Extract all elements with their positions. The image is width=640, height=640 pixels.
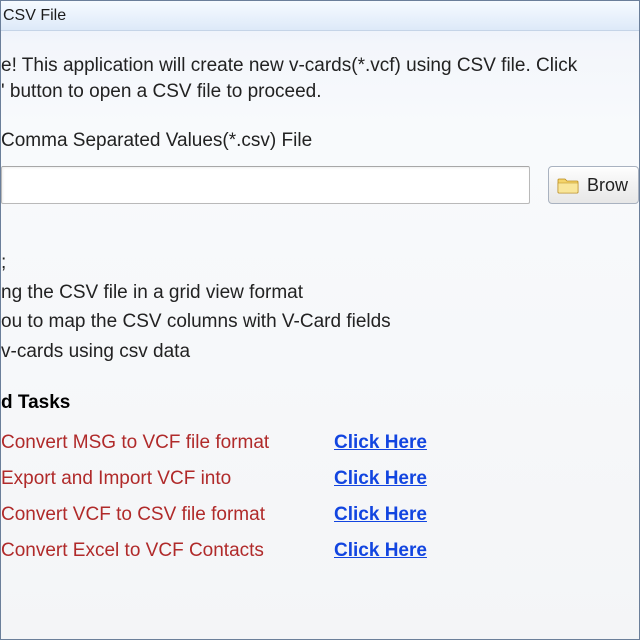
task-link-vcf-to-csv[interactable]: Click Here [334, 504, 427, 526]
browse-button[interactable]: Brow [548, 166, 639, 204]
task-row: Convert Excel to VCF Contacts Click Here [1, 540, 639, 562]
welcome-text: e! This application will create new v-ca… [1, 53, 639, 104]
task-label: Convert MSG to VCF file format [1, 432, 334, 454]
related-tasks-header: d Tasks [1, 392, 639, 414]
folder-icon [557, 176, 579, 194]
task-label: Convert VCF to CSV file format [1, 504, 334, 526]
task-label: Convert Excel to VCF Contacts [1, 540, 334, 562]
steps-line-2: ou to map the CSV columns with V-Card fi… [1, 307, 639, 336]
welcome-line-2: ' button to open a CSV file to proceed. [1, 79, 639, 105]
file-picker-row: Brow [1, 166, 639, 204]
task-label: Export and Import VCF into [1, 468, 334, 490]
task-link-excel-to-vcf[interactable]: Click Here [334, 540, 427, 562]
related-tasks-list: Convert MSG to VCF file format Click Her… [1, 432, 639, 562]
task-link-export-import-vcf[interactable]: Click Here [334, 468, 427, 490]
browse-button-label: Brow [587, 175, 628, 196]
welcome-line-1: e! This application will create new v-ca… [1, 53, 639, 79]
task-link-msg-to-vcf[interactable]: Click Here [334, 432, 427, 454]
steps-text: ; ng the CSV file in a grid view format … [1, 248, 639, 366]
app-window: CSV File e! This application will create… [0, 0, 640, 640]
task-row: Convert MSG to VCF file format Click Her… [1, 432, 639, 454]
content-area: e! This application will create new v-ca… [1, 31, 639, 639]
task-row: Convert VCF to CSV file format Click Her… [1, 504, 639, 526]
steps-line-3: v-cards using csv data [1, 337, 639, 366]
file-heading: Comma Separated Values(*.csv) File [1, 130, 639, 152]
window-title: CSV File [3, 7, 66, 25]
titlebar: CSV File [1, 1, 639, 31]
steps-line-1: ng the CSV file in a grid view format [1, 278, 639, 307]
task-row: Export and Import VCF into Click Here [1, 468, 639, 490]
csv-path-input[interactable] [1, 166, 530, 204]
steps-line-0: ; [1, 248, 639, 277]
